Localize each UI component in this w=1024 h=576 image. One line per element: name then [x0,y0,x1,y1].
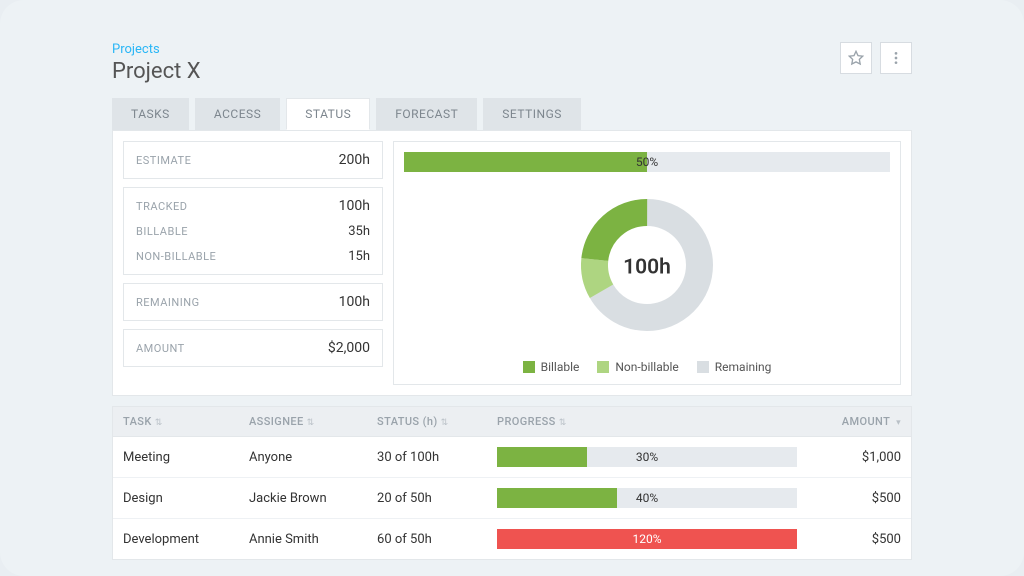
stat-tracked: TRACKED 100h BILLABLE 35h NON-BILLABLE 1… [123,187,383,275]
swatch-icon [597,361,609,373]
sort-icon: ⇅ [307,418,315,428]
stat-value: 100h [339,198,370,214]
swatch-icon [697,361,709,373]
more-button[interactable] [880,42,912,74]
donut-center-label: 100h [623,256,671,280]
task-table: TASK⇅ ASSIGNEE⇅ STATUS (h)⇅ PROGRESS⇅ AM… [112,406,912,560]
swatch-icon [523,361,535,373]
star-button[interactable] [840,42,872,74]
cell-status: 20 of 50h [367,478,487,519]
cell-status: 30 of 100h [367,437,487,478]
cell-progress: 40% [487,478,807,519]
col-status[interactable]: STATUS (h)⇅ [367,407,487,437]
stat-label: AMOUNT [136,342,185,355]
table-row[interactable]: Development Annie Smith 60 of 50h 120% $… [113,519,911,560]
stat-remaining: REMAINING 100h [123,283,383,321]
star-icon [848,50,864,66]
stat-label: NON-BILLABLE [136,250,216,263]
stat-value: 100h [339,294,370,310]
donut-legend: Billable Non-billable Remaining [523,360,772,374]
sort-icon: ⇅ [441,418,449,428]
stat-value: 200h [339,152,370,168]
legend-remaining: Remaining [697,360,772,374]
stat-label: REMAINING [136,296,200,309]
stat-value: 15h [348,249,370,264]
stat-label: ESTIMATE [136,154,191,167]
stat-label: TRACKED [136,200,188,213]
tab-settings[interactable]: SETTINGS [483,98,581,130]
status-panel: ESTIMATE 200h TRACKED 100h BILLABLE 35h … [112,130,912,396]
table-row[interactable]: Meeting Anyone 30 of 100h 30% $1,000 [113,437,911,478]
cell-assignee: Annie Smith [239,519,367,560]
cell-progress: 120% [487,519,807,560]
cell-amount: $500 [807,478,911,519]
sort-icon: ▾ [896,418,901,428]
cell-task: Meeting [113,437,239,478]
cell-task: Development [113,519,239,560]
legend-label: Remaining [715,360,772,374]
page-title: Project X [112,59,201,84]
col-task[interactable]: TASK⇅ [113,407,239,437]
tab-bar: TASKS ACCESS STATUS FORECAST SETTINGS [112,98,912,130]
stat-label: BILLABLE [136,225,188,238]
tab-forecast[interactable]: FORECAST [376,98,477,130]
tab-access[interactable]: ACCESS [195,98,280,130]
tab-status[interactable]: STATUS [286,98,370,130]
col-progress[interactable]: PROGRESS⇅ [487,407,807,437]
legend-billable: Billable [523,360,580,374]
project-card: Projects Project X TASKS ACCESS STATUS F… [112,42,912,576]
stat-value: $2,000 [328,340,370,356]
legend-label: Non-billable [615,360,678,374]
cell-assignee: Anyone [239,437,367,478]
stat-value: 35h [348,224,370,239]
col-amount[interactable]: AMOUNT ▾ [807,407,911,437]
breadcrumb-root[interactable]: Projects [112,42,160,57]
legend-label: Billable [541,360,580,374]
cell-status: 60 of 50h [367,519,487,560]
stat-estimate: ESTIMATE 200h [123,141,383,179]
sort-icon: ⇅ [155,418,163,428]
cell-assignee: Jackie Brown [239,478,367,519]
cell-task: Design [113,478,239,519]
col-assignee[interactable]: ASSIGNEE⇅ [239,407,367,437]
table-row[interactable]: Design Jackie Brown 20 of 50h 40% $500 [113,478,911,519]
tab-tasks[interactable]: TASKS [112,98,189,130]
cell-progress: 30% [487,437,807,478]
more-vertical-icon [888,50,904,66]
cell-amount: $1,000 [807,437,911,478]
sort-icon: ⇅ [559,418,567,428]
breadcrumb: Projects [112,42,201,57]
overall-progress-bar: 50% [404,152,890,172]
cell-amount: $500 [807,519,911,560]
hours-donut: 100h [572,190,722,344]
stat-amount: AMOUNT $2,000 [123,329,383,367]
overall-progress-label: 50% [404,152,890,172]
legend-nonbillable: Non-billable [597,360,678,374]
